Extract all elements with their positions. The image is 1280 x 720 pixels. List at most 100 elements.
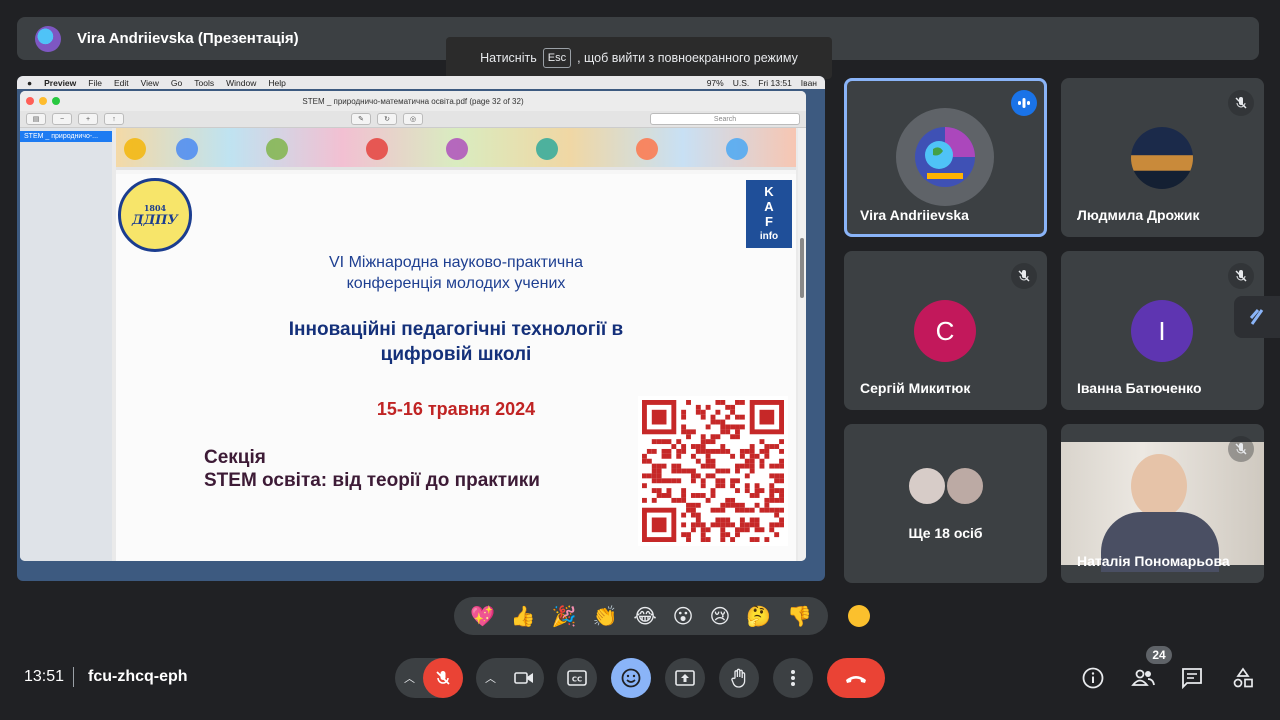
preview-sidebar: STEM _ природничо-... — [20, 128, 112, 561]
preview-search-field: Search — [650, 113, 800, 125]
topic-line2: цифровій школі — [380, 344, 532, 365]
sidebar-thumbnail-item: STEM _ природничо-... — [20, 131, 112, 142]
participant-tile-natalia[interactable]: Наталія Пономарьова — [1061, 424, 1264, 583]
reaction-sad-button[interactable]: 😢 — [709, 604, 730, 629]
reactions-bar: 💖 👍 🎉 👏 😂 😮 😢 🤔 👎 — [454, 597, 828, 635]
menu-edit: Edit — [113, 77, 129, 88]
activities-button[interactable] — [1229, 664, 1257, 692]
captions-button[interactable]: CC — [557, 658, 597, 698]
logo-year: 1804 — [143, 202, 167, 213]
mic-off-icon — [1228, 436, 1254, 462]
side-panel-handle[interactable] — [1234, 296, 1280, 338]
people-button[interactable] — [1129, 664, 1157, 692]
share-icon: ↑ — [104, 113, 124, 125]
section-title: Секція STEM освіта: від теорії до практи… — [204, 446, 540, 492]
presenter-avatar — [35, 25, 61, 52]
menu-view: View — [140, 77, 159, 88]
topic-line1: Інноваційні педагогічні технології в — [288, 319, 624, 340]
svg-text:CC: CC — [572, 676, 582, 684]
presenter-title: Vira Andriievska (Презентація) — [77, 30, 299, 47]
info-icon — [1082, 667, 1104, 689]
menu-go: Go — [170, 77, 183, 88]
participant-avatar — [896, 108, 994, 206]
zoom-out-icon: − — [52, 113, 72, 125]
hang-up-icon — [846, 676, 866, 683]
mic-toggle-button[interactable] — [423, 658, 463, 698]
mic-off-icon — [436, 671, 450, 685]
apple-icon: ● — [27, 77, 33, 88]
kaf-info-logo: K A F info — [746, 180, 792, 248]
participant-thumb-avatar — [907, 466, 947, 506]
kaf-letter-k: K — [764, 184, 774, 199]
mic-off-icon — [1228, 90, 1254, 116]
mac-menubar: ● Preview File Edit View Go Tools Window… — [17, 76, 825, 89]
raise-hand-button[interactable] — [719, 658, 759, 698]
participant-name: Сергій Микитюк — [860, 380, 971, 396]
reaction-thumbs-down-button[interactable]: 👎 — [787, 604, 812, 629]
participant-initial-avatar: С — [914, 300, 976, 362]
reaction-laugh-button[interactable]: 😂 — [633, 604, 656, 629]
participant-tile-serhii[interactable]: С Сергій Микитюк — [844, 251, 1047, 410]
qr-code-image — [638, 396, 788, 546]
mic-off-icon — [1228, 263, 1254, 289]
presentation-stage[interactable]: ● Preview File Edit View Go Tools Window… — [17, 76, 825, 581]
reaction-surprised-button[interactable]: 😮 — [673, 604, 694, 629]
section-name: STEM освіта: від теорії до практики — [204, 470, 540, 491]
preview-titlebar: STEM _ природничо-математична освіта.pdf… — [20, 91, 806, 111]
present-screen-button[interactable] — [665, 658, 705, 698]
meeting-info-button[interactable] — [1079, 664, 1107, 692]
reaction-thinking-button[interactable]: 🤔 — [746, 604, 771, 629]
document-filename: STEM _ природничо-математична освіта.pdf… — [302, 96, 524, 106]
reaction-clap-button[interactable]: 👏 — [593, 604, 618, 629]
mic-options-chevron-icon[interactable]: ︿ — [404, 670, 415, 686]
captions-icon: CC — [567, 670, 587, 686]
participant-name: Іванна Батюченко — [1077, 380, 1202, 396]
chat-icon — [1182, 668, 1202, 689]
emoji-reactions-button[interactable] — [611, 658, 651, 698]
input-source: U.S. — [732, 77, 750, 88]
globe-avatar-icon — [915, 127, 975, 187]
divider — [73, 667, 74, 687]
menu-tools: Tools — [194, 77, 215, 88]
more-vert-icon — [791, 670, 795, 686]
more-participants-label: Ще 18 осіб — [908, 525, 983, 541]
menubar-app-name: Preview — [44, 77, 77, 88]
participant-name: Наталія Пономарьова — [1077, 553, 1230, 569]
reaction-party-button[interactable]: 🎉 — [552, 604, 577, 629]
people-icon — [1131, 669, 1155, 686]
menu-file: File — [88, 77, 102, 88]
participant-tile-liudmyla[interactable]: Людмила Дрожик — [1061, 78, 1264, 237]
esc-key-hint: Esc — [542, 48, 572, 68]
mic-off-icon — [1011, 263, 1037, 289]
page-header-illustration — [116, 128, 796, 170]
more-participants-tile[interactable]: Ще 18 осіб — [844, 424, 1047, 583]
smiley-icon — [621, 668, 641, 688]
camera-control-group: ︿ — [476, 658, 544, 698]
more-options-button[interactable] — [773, 658, 813, 698]
participant-name: Людмила Дрожик — [1077, 207, 1200, 223]
toast-text-after: , щоб вийти з повноекранного режиму — [577, 51, 798, 65]
slide-page: 1804 ДДПУ K A F info VI Міжнародна науко… — [116, 174, 796, 561]
meeting-code: fcu-zhcq-eph — [88, 668, 188, 685]
kaf-letter-f: F — [765, 214, 773, 229]
camera-toggle-button[interactable] — [504, 658, 544, 698]
mic-control-group: ︿ — [395, 658, 463, 698]
section-label: Секція — [204, 447, 266, 468]
participant-video — [1061, 442, 1264, 572]
zoom-in-icon: + — [78, 113, 98, 125]
skin-tone-button[interactable] — [848, 605, 870, 627]
leave-call-button[interactable] — [827, 658, 885, 698]
reaction-thumbs-up-button[interactable]: 👍 — [511, 604, 536, 629]
reaction-heart-button[interactable]: 💖 — [470, 604, 495, 629]
preview-scrollbar — [798, 128, 806, 561]
menubar-clock: Fri 13:51 — [758, 77, 792, 88]
chat-button[interactable] — [1178, 664, 1206, 692]
participant-tile-vira[interactable]: Vira Andriievska — [844, 78, 1047, 237]
hand-icon — [731, 668, 746, 688]
camera-icon — [514, 672, 533, 684]
camera-options-chevron-icon[interactable]: ︿ — [485, 670, 496, 686]
preview-window: STEM _ природничо-математична освіта.pdf… — [20, 91, 806, 561]
pdf-document-view: 1804 ДДПУ K A F info VI Міжнародна науко… — [116, 128, 796, 561]
university-logo: 1804 ДДПУ — [118, 178, 192, 252]
conference-title-line2: конференція молодих учених — [346, 275, 566, 292]
